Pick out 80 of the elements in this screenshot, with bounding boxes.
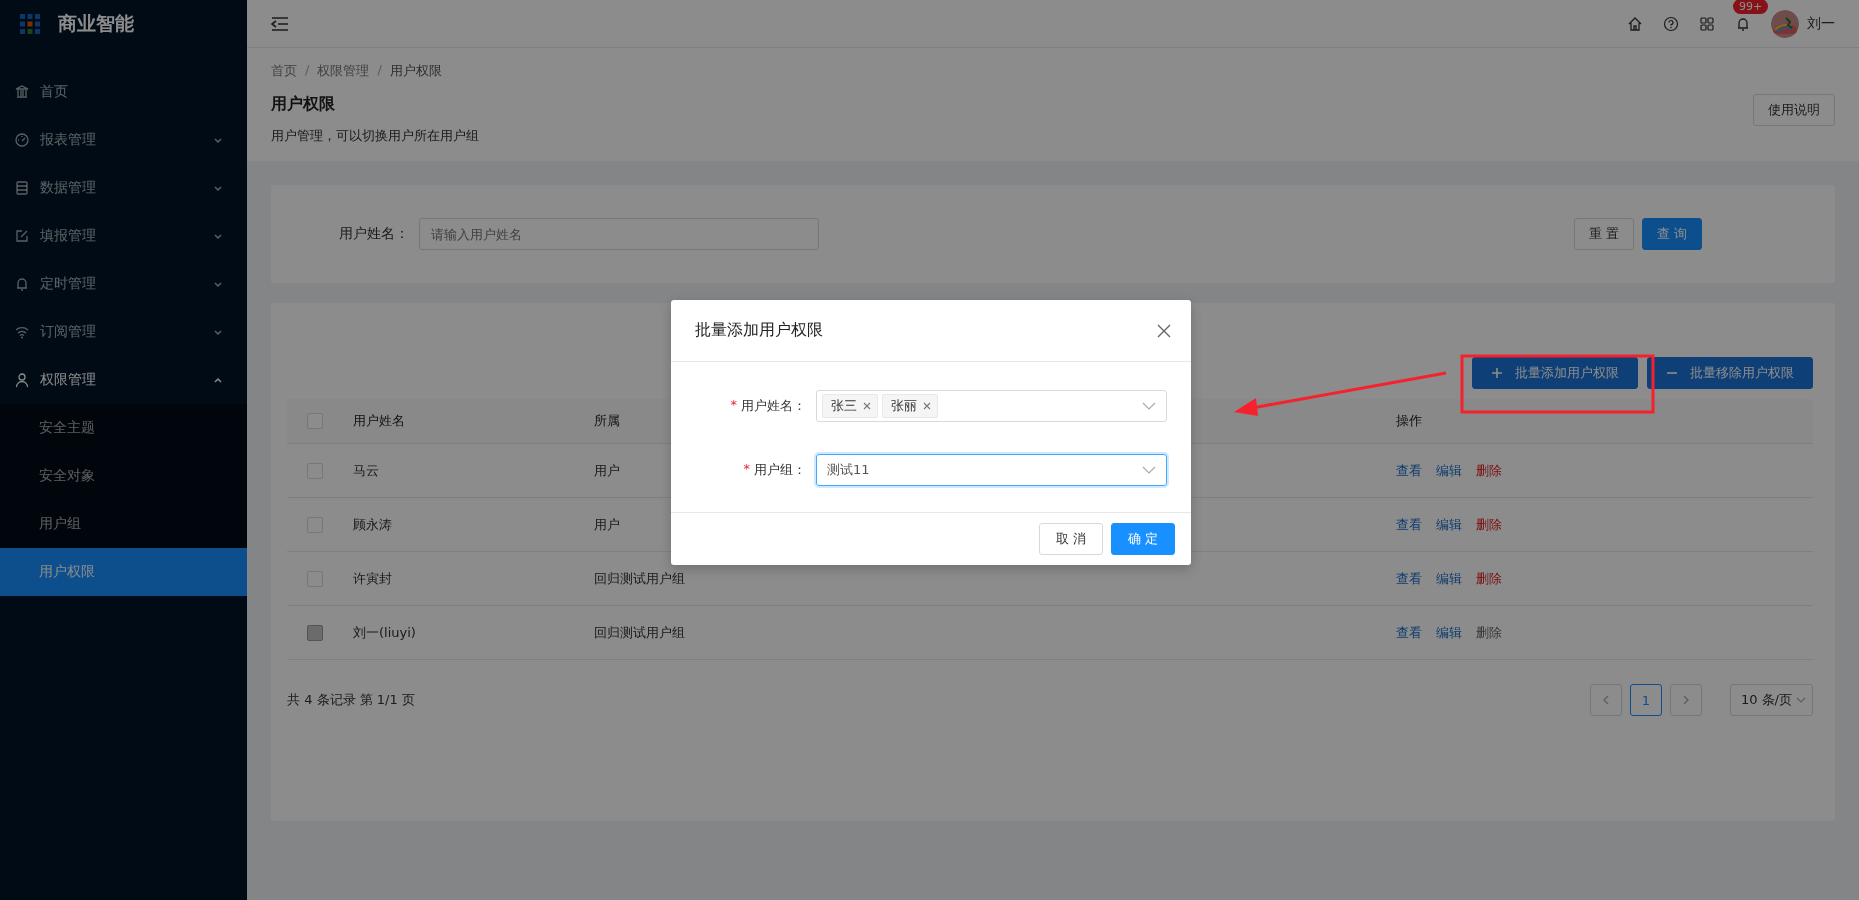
column-header: 所属 xyxy=(594,412,621,430)
submenu-item[interactable]: 用户组 xyxy=(0,500,247,548)
menu-item[interactable]: 定时管理 xyxy=(0,260,247,308)
page-description: 用户管理，可以切换用户所在用户组 xyxy=(271,127,479,145)
table-cell-text: 许寅封 xyxy=(353,569,393,588)
chevron-down-icon xyxy=(1142,466,1156,474)
field-label: 用户姓名： xyxy=(741,397,806,415)
plus-icon xyxy=(1491,367,1503,379)
breadcrumb-separator: / xyxy=(305,62,310,79)
batch-remove-button[interactable]: 批量移除用户权限 xyxy=(1647,357,1813,389)
chevron-right-icon xyxy=(1681,695,1690,705)
breadcrumb-item[interactable]: 权限管理 xyxy=(317,62,370,80)
pagination-summary: 共 4 条记录 第 1/1 页 xyxy=(287,691,415,709)
table-cell: 用户 xyxy=(594,516,620,532)
close-icon[interactable] xyxy=(863,402,871,410)
view-link[interactable]: 查看 xyxy=(1396,569,1422,588)
user-icon xyxy=(14,372,30,388)
table-cell-text: 顾永涛 xyxy=(353,515,393,534)
table-cell: 用户 xyxy=(594,462,620,478)
delete-link[interactable]: 删除 xyxy=(1476,461,1502,480)
tag[interactable]: 张丽 xyxy=(882,394,938,418)
select-value: 测试11 xyxy=(826,461,870,479)
chevron-left-icon xyxy=(1601,695,1610,705)
view-link[interactable]: 查看 xyxy=(1396,461,1422,480)
home-icon[interactable] xyxy=(1627,15,1643,32)
chevron-down-icon xyxy=(1142,402,1156,410)
user-name[interactable]: 刘一 xyxy=(1807,14,1835,33)
edit-link[interactable]: 编辑 xyxy=(1436,569,1462,588)
search-field[interactable]: 请输入用户姓名 xyxy=(419,218,819,250)
menu-item[interactable]: 数据管理 xyxy=(0,164,247,212)
table-cell-text: 马云 xyxy=(353,461,380,480)
breadcrumb-item: 用户权限 xyxy=(389,62,442,80)
select-field[interactable]: 测试11 xyxy=(816,454,1167,486)
table-cell: 回归测试用户组 xyxy=(594,570,685,586)
tag[interactable]: 张三 xyxy=(822,394,878,418)
breadcrumb-separator: / xyxy=(377,62,382,79)
submenu-item[interactable]: 安全对象 xyxy=(0,452,247,500)
menu-item[interactable]: 订阅管理 xyxy=(0,308,247,356)
multi-select-field[interactable]: 张三 张丽 xyxy=(816,390,1167,422)
edit-link[interactable]: 编辑 xyxy=(1436,461,1462,480)
column-header: 操作 xyxy=(1396,412,1422,430)
dialog-title: 批量添加用户权限 xyxy=(695,320,823,341)
required-mark: * xyxy=(743,461,750,478)
submenu-item[interactable]: 用户权限 xyxy=(0,548,247,596)
notification-badge: 99+ xyxy=(1733,0,1769,14)
submenu-item[interactable]: 安全主题 xyxy=(0,404,247,452)
edit-link[interactable]: 编辑 xyxy=(1436,515,1462,534)
help-icon[interactable] xyxy=(1663,15,1679,32)
batch-add-button[interactable]: 批量添加用户权限 xyxy=(1472,357,1638,389)
close-icon[interactable] xyxy=(1157,323,1171,338)
breadcrumb-item[interactable]: 首页 xyxy=(271,62,297,80)
table-cell: 回归测试用户组 xyxy=(594,624,685,640)
menu-item[interactable]: 报表管理 xyxy=(0,116,247,164)
delete-link: 删除 xyxy=(1476,623,1502,642)
field-label: 用户组： xyxy=(754,461,806,479)
menu-item[interactable]: 填报管理 xyxy=(0,212,247,260)
search-button[interactable]: 查 询 xyxy=(1641,218,1702,250)
app-title: 商业智能 xyxy=(58,11,134,36)
apps-grid-icon[interactable] xyxy=(1699,15,1715,32)
bell-icon[interactable] xyxy=(1735,15,1751,32)
ok-button[interactable]: 确 定 xyxy=(1110,523,1175,555)
table-cell-text: 刘一(liuyi) xyxy=(353,623,417,642)
reset-button[interactable]: 重 置 xyxy=(1573,218,1634,250)
delete-link[interactable]: 删除 xyxy=(1476,569,1502,588)
grid-logo-icon xyxy=(20,14,40,34)
delete-link[interactable]: 删除 xyxy=(1476,515,1502,534)
field-label: 用户姓名： xyxy=(339,225,409,243)
close-icon[interactable] xyxy=(923,402,931,410)
menu-item[interactable]: 首页 xyxy=(0,68,247,116)
menu-fold-icon[interactable] xyxy=(271,15,289,32)
cancel-button[interactable]: 取 消 xyxy=(1038,523,1103,555)
required-mark: * xyxy=(730,397,737,414)
menu-item[interactable]: 权限管理 xyxy=(0,356,247,404)
view-link[interactable]: 查看 xyxy=(1396,515,1422,534)
column-header: 用户姓名 xyxy=(353,412,406,430)
chevron-down-icon xyxy=(1796,696,1806,704)
help-button[interactable]: 使用说明 xyxy=(1753,94,1835,126)
page-title: 用户权限 xyxy=(271,94,336,115)
page-size-select[interactable]: 10 条/页 xyxy=(1729,684,1813,716)
page-button[interactable]: 1 xyxy=(1629,684,1662,716)
